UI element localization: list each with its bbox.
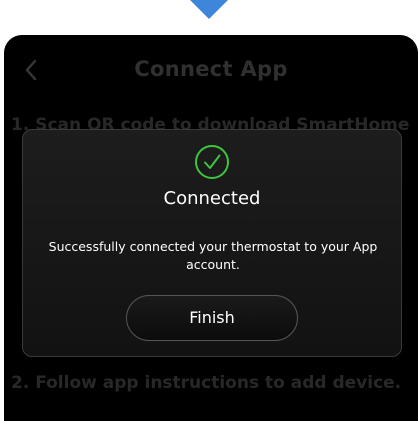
connected-dialog: Connected Successfully connected your th…: [22, 129, 402, 357]
page: Connect App 1. Scan QR code to download …: [0, 0, 418, 421]
device-screen: Connect App 1. Scan QR code to download …: [4, 35, 418, 421]
down-pointer-icon: [190, 0, 228, 19]
check-circle-icon: [194, 144, 230, 180]
dialog-message: Successfully connected your thermostat t…: [48, 239, 378, 272]
dialog-title: Connected: [163, 188, 261, 209]
finish-button[interactable]: Finish: [126, 295, 298, 341]
